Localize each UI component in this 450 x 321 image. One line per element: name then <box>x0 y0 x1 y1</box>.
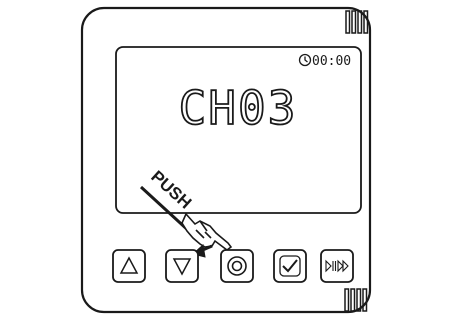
thermostat-diagram: 00:00 CH03 PUSH <box>80 6 372 314</box>
ok-button[interactable] <box>220 249 254 283</box>
down-button[interactable] <box>165 249 199 283</box>
clock-readout: 00:00 <box>312 54 351 69</box>
channel-display: CH03 <box>179 81 298 135</box>
up-button[interactable] <box>112 249 146 283</box>
confirm-button[interactable] <box>273 249 307 283</box>
play-pause-button[interactable] <box>320 249 354 283</box>
